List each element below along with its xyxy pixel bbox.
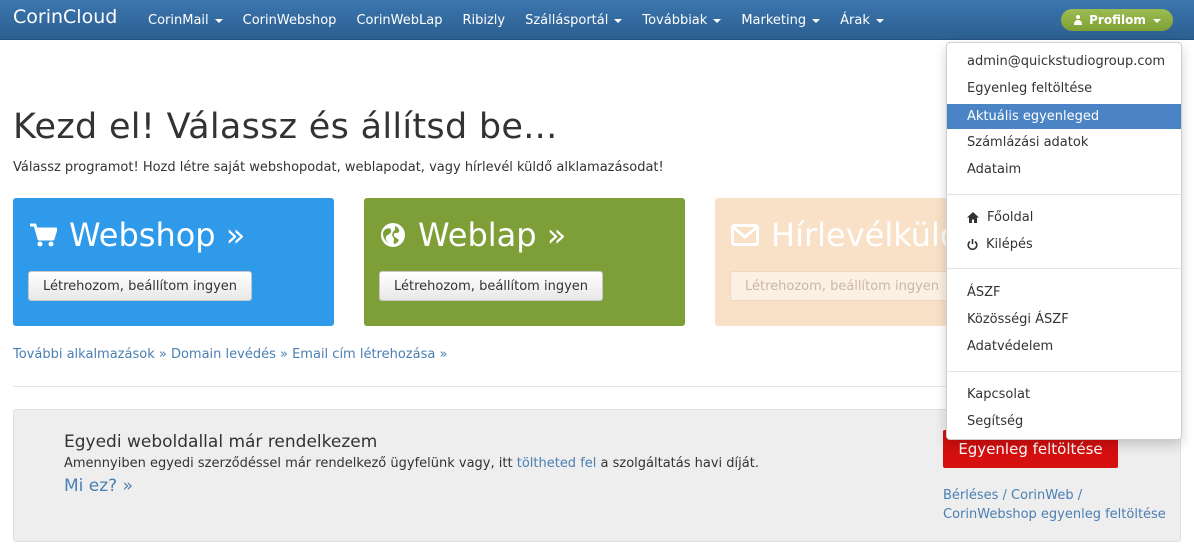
weblap-card-title[interactable]: Weblap »: [380, 216, 566, 254]
menu-divider: [947, 268, 1181, 269]
menu-item-topup[interactable]: Egyenleg feltöltése: [947, 76, 1181, 101]
nav-item-szallasportal[interactable]: Szállásportál: [515, 0, 632, 40]
home-icon: [967, 212, 979, 223]
weblap-create-button[interactable]: Létrehozom, beállítom ingyen: [379, 271, 603, 301]
menu-item-contact[interactable]: Kapcsolat: [947, 382, 1181, 407]
hirlevel-create-button[interactable]: Létrehozom, beállítom ingyen: [730, 271, 947, 301]
globe-icon: [380, 222, 406, 248]
menu-item-privacy[interactable]: Adatvédelem: [947, 334, 1181, 359]
menu-divider: [947, 194, 1181, 195]
chevron-down-icon: [812, 18, 821, 23]
email-link[interactable]: Email cím létrehozása »: [292, 347, 447, 362]
panel-text: Amennyiben egyedi szerződéssel már rende…: [64, 456, 759, 471]
brand-logo[interactable]: CorinCloud: [13, 6, 117, 28]
profile-dropdown-menu: admin@quickstudiogroup.com Egyenleg felt…: [946, 42, 1182, 440]
page-title: Kezd el! Válassz és állítsd be...: [13, 107, 558, 147]
domain-link[interactable]: Domain levédés »: [171, 347, 288, 362]
profile-button[interactable]: Profilom: [1061, 9, 1173, 31]
rental-topup-link[interactable]: Bérléses / CorinWeb / CorinWebshop egyen…: [943, 486, 1166, 524]
profile-label: Profilom: [1089, 13, 1146, 27]
envelope-icon: [731, 224, 759, 246]
hirlevel-card[interactable]: Hírlevélküldő Létrehozom, beállítom ingy…: [715, 198, 947, 326]
webshop-card-title[interactable]: Webshop »: [29, 216, 245, 254]
panel-title: Egyedi weboldallal már rendelkezem: [64, 432, 378, 452]
chevron-down-icon: [1152, 18, 1161, 23]
menu-item-help[interactable]: Segítség: [947, 409, 1181, 434]
more-apps-link[interactable]: További alkalmazások »: [13, 347, 167, 362]
menu-item-billing-data[interactable]: Számlázási adatok: [947, 130, 1181, 155]
weblap-card[interactable]: Weblap » Létrehozom, beállítom ingyen: [364, 198, 685, 326]
menu-divider: [947, 371, 1181, 372]
chevron-down-icon: [875, 18, 884, 23]
what-is-this-link[interactable]: Mi ez? »: [64, 476, 133, 496]
main-nav: CorinMail CorinWebshop CorinWebLap Ribiz…: [138, 0, 894, 40]
nav-item-corinweblap[interactable]: CorinWebLap: [346, 0, 452, 40]
menu-item-home[interactable]: Főoldal: [947, 205, 1181, 230]
chevron-down-icon: [713, 18, 722, 23]
chevron-down-icon: [214, 18, 223, 23]
chevron-down-icon: [614, 18, 623, 23]
page-subtitle: Válassz programot! Hozd létre saját webs…: [13, 160, 664, 175]
menu-item-account-email[interactable]: admin@quickstudiogroup.com: [947, 49, 1181, 74]
nav-item-corinwebshop[interactable]: CorinWebshop: [233, 0, 347, 40]
nav-item-ribizly[interactable]: Ribizly: [452, 0, 515, 40]
extra-links: További alkalmazások » Domain levédés » …: [13, 347, 447, 362]
nav-item-corinmail[interactable]: CorinMail: [138, 0, 233, 40]
power-icon: [967, 239, 978, 250]
nav-item-arak[interactable]: Árak: [830, 0, 894, 40]
nav-item-marketing[interactable]: Marketing: [731, 0, 830, 40]
menu-item-terms[interactable]: ÁSZF: [947, 280, 1181, 305]
hirlevel-card-title[interactable]: Hírlevélküldő: [731, 216, 947, 254]
cart-icon: [29, 222, 57, 248]
topup-inline-link[interactable]: töltheted fel: [517, 456, 597, 471]
menu-item-logout[interactable]: Kilépés: [947, 232, 1181, 257]
menu-item-my-data[interactable]: Adataim: [947, 157, 1181, 182]
user-icon: [1073, 15, 1083, 25]
webshop-card[interactable]: Webshop » Létrehozom, beállítom ingyen: [13, 198, 334, 326]
menu-item-community-terms[interactable]: Közösségi ÁSZF: [947, 307, 1181, 332]
top-navbar: CorinCloud CorinMail CorinWebshop CorinW…: [0, 0, 1194, 40]
nav-item-tovabbiak[interactable]: Továbbiak: [632, 0, 731, 40]
webshop-create-button[interactable]: Létrehozom, beállítom ingyen: [28, 271, 252, 301]
menu-item-current-balance[interactable]: Aktuális egyenleged: [947, 104, 1181, 129]
